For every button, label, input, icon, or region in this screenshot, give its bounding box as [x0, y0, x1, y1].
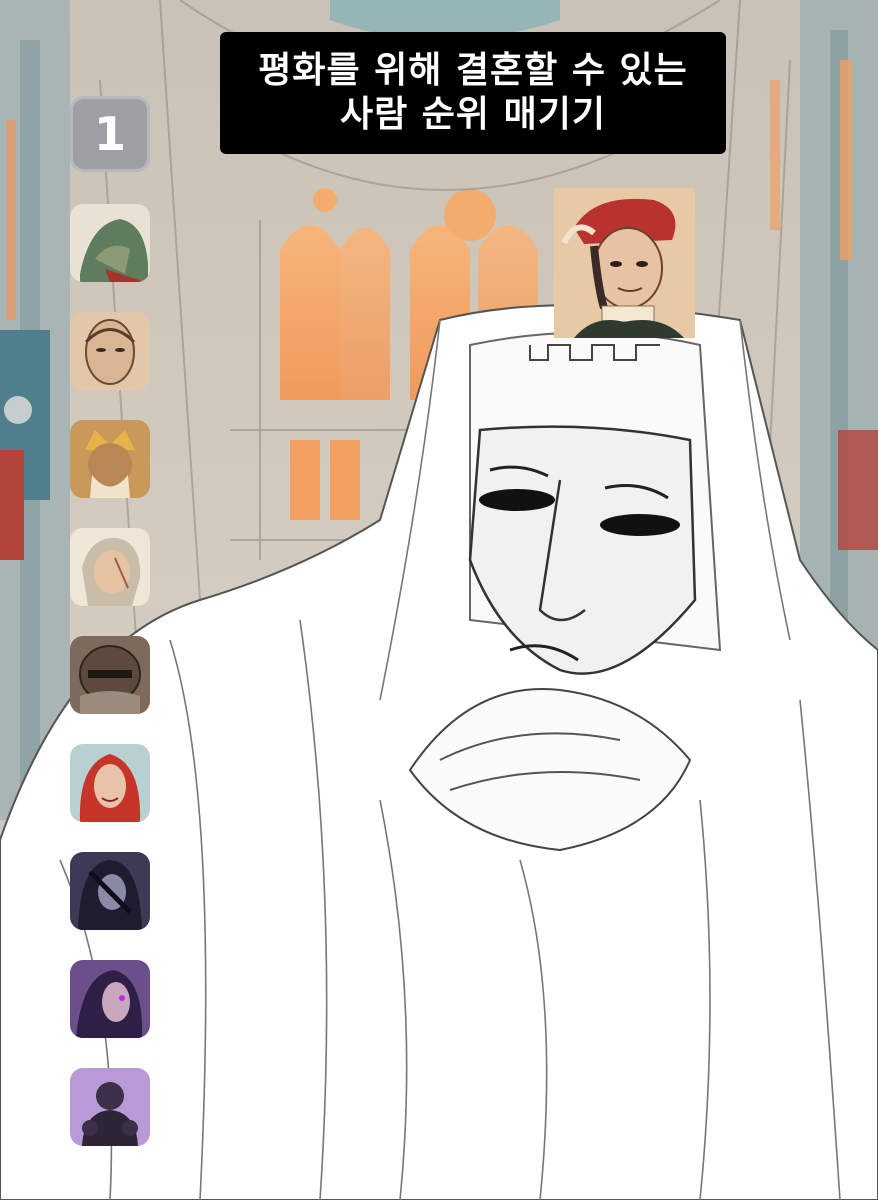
title-line-1: 평화를 위해 결혼할 수 있는: [258, 50, 688, 91]
rank-number: 1: [93, 107, 126, 161]
rank-slot-badge: 1: [70, 96, 150, 172]
bald-monk-portrait-icon[interactable]: [70, 312, 150, 390]
armored-knight-portrait-icon[interactable]: [70, 204, 150, 282]
red-haired-woman-portrait-icon[interactable]: [70, 744, 150, 822]
golden-crowned-king-portrait-icon[interactable]: [70, 420, 150, 498]
grey-haired-lord-portrait-icon[interactable]: [70, 528, 150, 606]
purple-shadow-figure-portrait-icon[interactable]: [70, 960, 150, 1038]
dark-haired-figure-portrait-icon[interactable]: [70, 852, 150, 930]
ranking-scene: 평화를 위해 결혼할 수 있는 사람 순위 매기기 1: [0, 0, 878, 1200]
violet-silhouette-portrait-icon[interactable]: [70, 1068, 150, 1146]
title-line-2: 사람 순위 매기기: [340, 94, 606, 135]
red-hat-noble-portrait-icon[interactable]: [554, 188, 695, 338]
helmeted-warrior-portrait-icon[interactable]: [70, 636, 150, 714]
title-banner: 평화를 위해 결혼할 수 있는 사람 순위 매기기: [220, 32, 726, 154]
